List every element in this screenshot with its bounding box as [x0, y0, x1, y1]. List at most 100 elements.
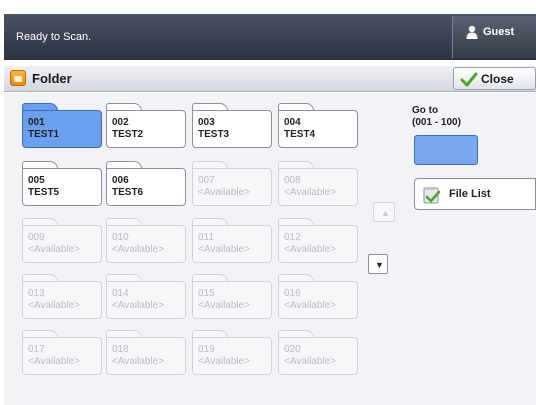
status-bar: Ready to Scan. Guest: [4, 14, 536, 60]
folder-button[interactable]: 002 TEST2: [106, 103, 186, 148]
folder-number: 017: [28, 344, 45, 355]
title-bar: Folder Close: [4, 66, 536, 92]
folder-button[interactable]: 001 TEST1: [22, 103, 102, 148]
folder-body: 006 TEST6: [106, 168, 186, 206]
folder-name: <Available>: [28, 300, 81, 311]
goto-label-range: (001 - 100): [412, 117, 461, 128]
folder-button: 020 <Available>: [278, 330, 358, 375]
folder-button: 018 <Available>: [106, 330, 186, 375]
folder-button: 013 <Available>: [22, 274, 102, 319]
folder-button[interactable]: 003 TEST3: [192, 103, 272, 148]
folder-number: 013: [28, 288, 45, 299]
folder-button: 007 <Available>: [192, 161, 272, 206]
folder-body: 013 <Available>: [22, 281, 102, 319]
folder-number: 018: [112, 344, 129, 355]
folder-name: TEST4: [284, 129, 316, 140]
folder-name: TEST6: [112, 187, 144, 198]
folder-button: 017 <Available>: [22, 330, 102, 375]
folder-body: 019 <Available>: [192, 337, 272, 375]
folder-body: 007 <Available>: [192, 168, 272, 206]
folder-number: 010: [112, 232, 129, 243]
folder-number: 001: [28, 117, 45, 128]
folder-number: 014: [112, 288, 129, 299]
folder-number: 003: [198, 117, 215, 128]
folder-name: <Available>: [28, 244, 81, 255]
goto-input[interactable]: [414, 135, 478, 165]
folder-body: 005 TEST5: [22, 168, 102, 206]
folder-button[interactable]: 006 TEST6: [106, 161, 186, 206]
guest-label: Guest: [483, 26, 515, 38]
folder-body: 002 TEST2: [106, 110, 186, 148]
folder-body: 003 TEST3: [192, 110, 272, 148]
folder-number: 007: [198, 175, 215, 186]
folder-number: 020: [284, 344, 301, 355]
file-list-label: File List: [449, 188, 491, 200]
file-list-icon: [423, 187, 441, 204]
guest-login-button[interactable]: Guest: [452, 16, 536, 58]
folder-body: 017 <Available>: [22, 337, 102, 375]
folder-name: TEST1: [28, 129, 60, 140]
folder-body: 020 <Available>: [278, 337, 358, 375]
status-message: Ready to Scan.: [16, 31, 92, 43]
folder-name: <Available>: [284, 356, 337, 367]
folder-body: 015 <Available>: [192, 281, 272, 319]
folder-button: 009 <Available>: [22, 218, 102, 263]
close-button[interactable]: Close: [453, 67, 536, 90]
down-arrow-icon: ▼: [375, 260, 384, 270]
folder-name: <Available>: [28, 356, 81, 367]
folder-body: 016 <Available>: [278, 281, 358, 319]
file-list-button[interactable]: File List: [414, 178, 536, 210]
folder-body: 014 <Available>: [106, 281, 186, 319]
folder-number: 005: [28, 175, 45, 186]
folder-body: 004 TEST4: [278, 110, 358, 148]
folder-name: TEST2: [112, 129, 144, 140]
folder-number: 016: [284, 288, 301, 299]
folder-number: 011: [198, 232, 214, 243]
folder-number: 004: [284, 117, 301, 128]
folder-number: 006: [112, 175, 129, 186]
folder-button: 011 <Available>: [192, 218, 272, 263]
folder-body: 008 <Available>: [278, 168, 358, 206]
folder-body: 012 <Available>: [278, 225, 358, 263]
scan-folder-screen: Ready to Scan. Guest Folder Close 001 TES…: [0, 0, 536, 405]
user-icon: [466, 25, 478, 39]
folder-name: <Available>: [284, 187, 337, 198]
folder-button[interactable]: 005 TEST5: [22, 161, 102, 206]
folder-name: <Available>: [112, 244, 165, 255]
folder-body: 009 <Available>: [22, 225, 102, 263]
folder-name: <Available>: [284, 300, 337, 311]
folder-number: 008: [284, 175, 301, 186]
folder-name: <Available>: [284, 244, 337, 255]
folder-button: 010 <Available>: [106, 218, 186, 263]
folder-body: 010 <Available>: [106, 225, 186, 263]
folder-name: <Available>: [112, 300, 165, 311]
folder-button: 015 <Available>: [192, 274, 272, 319]
folder-number: 019: [198, 344, 215, 355]
folder-name: <Available>: [198, 187, 251, 198]
folder-button: 008 <Available>: [278, 161, 358, 206]
folder-number: 012: [284, 232, 301, 243]
folder-button: 019 <Available>: [192, 330, 272, 375]
folder-name: <Available>: [198, 244, 251, 255]
folder-name: <Available>: [198, 300, 251, 311]
folder-button[interactable]: 004 TEST4: [278, 103, 358, 148]
folder-number: 009: [28, 232, 45, 243]
folder-button: 016 <Available>: [278, 274, 358, 319]
folder-name: <Available>: [112, 356, 165, 367]
folder-button: 014 <Available>: [106, 274, 186, 319]
page-title: Folder: [32, 71, 72, 86]
folder-body: 001 TEST1: [22, 110, 102, 148]
folder-name: <Available>: [198, 356, 251, 367]
folder-name: TEST5: [28, 187, 60, 198]
close-label: Close: [481, 72, 514, 86]
folder-body: 011 <Available>: [192, 225, 272, 263]
folder-body: 018 <Available>: [106, 337, 186, 375]
folder-number: 015: [198, 288, 215, 299]
goto-label-title: Go to: [412, 105, 439, 116]
folder-name: TEST3: [198, 129, 230, 140]
checkmark-icon: [460, 72, 478, 87]
scroll-down-button[interactable]: ▼: [368, 254, 388, 274]
scroll-up-button[interactable]: ▲: [373, 202, 395, 222]
folder-icon: [10, 70, 26, 86]
folder-number: 002: [112, 117, 129, 128]
